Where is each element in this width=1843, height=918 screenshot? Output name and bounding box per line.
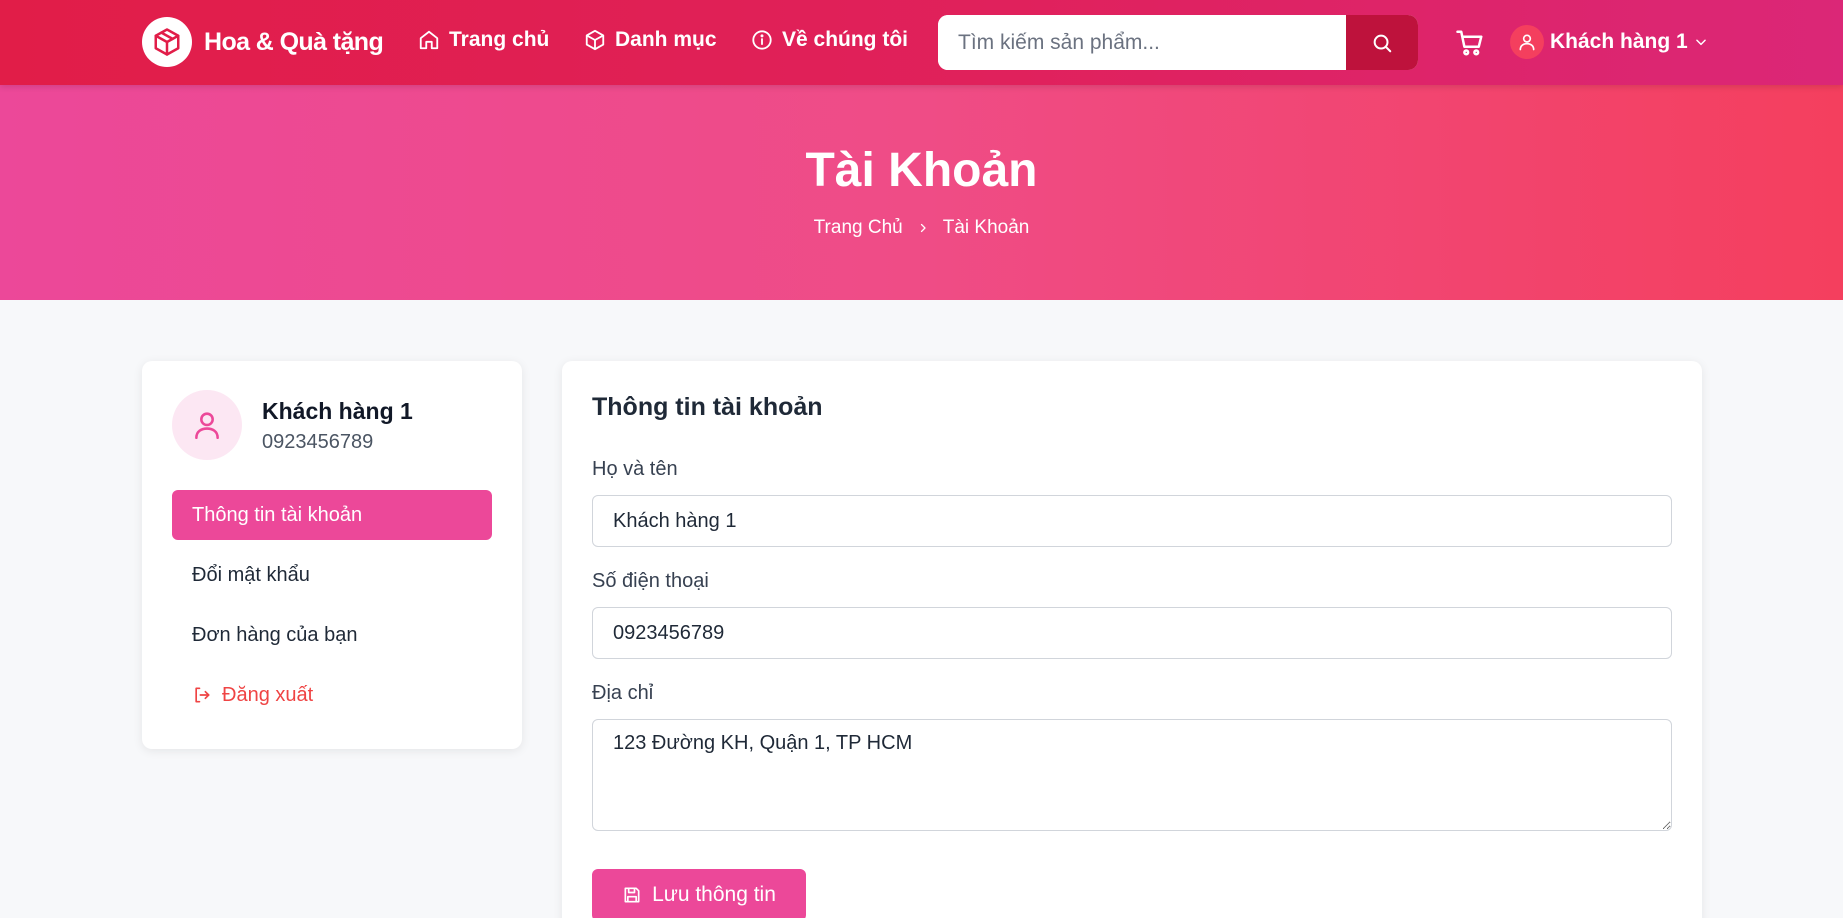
chevron-down-icon — [1695, 39, 1706, 46]
nav-about[interactable]: Về chúng tôi — [751, 28, 908, 52]
home-icon — [419, 30, 439, 50]
nav-home[interactable]: Trang chủ — [418, 28, 549, 52]
brand-name: Hoa & Quà tặng — [204, 27, 384, 56]
user-name-label: Khách hàng 1 — [1550, 30, 1688, 53]
sidebar-item-label: Đơn hàng của bạn — [192, 623, 358, 646]
account-info-panel: Thông tin tài khoản Họ và tên Số điện th… — [562, 361, 1702, 918]
address-label: Địa chỉ — [592, 682, 654, 704]
logout-icon — [195, 687, 210, 703]
search-bar — [938, 15, 1418, 70]
chevron-right-icon — [917, 222, 929, 234]
user-icon — [195, 412, 219, 440]
page-title: Tài Khoản — [805, 144, 1038, 197]
search-icon — [1373, 34, 1392, 52]
phone-label: Số điện thoại — [592, 570, 709, 592]
user-icon — [1510, 25, 1544, 59]
sidebar-item-orders[interactable]: Đơn hàng của bạn — [172, 610, 492, 660]
sidebar-item-account-info[interactable]: Thông tin tài khoản — [172, 490, 492, 540]
breadcrumb-home-link[interactable]: Trang Chủ — [814, 217, 903, 239]
brand-logo[interactable]: Hoa & Quà tặng — [142, 17, 384, 67]
sidebar-item-label: Đăng xuất — [222, 683, 314, 706]
sidebar-item-label: Thông tin tài khoản — [192, 503, 363, 526]
account-sidebar: Khách hàng 1 0923456789 Thông tin tài kh… — [142, 361, 522, 749]
full-name-field[interactable] — [592, 495, 1672, 547]
search-input[interactable] — [938, 15, 1346, 70]
sidebar-item-label: Đổi mật khẩu — [192, 563, 310, 586]
profile-name: Khách hàng 1 — [262, 398, 413, 424]
user-menu[interactable]: Khách hàng 1 — [1510, 25, 1708, 59]
breadcrumb-current: Tài Khoản — [942, 217, 1030, 238]
sidebar-item-change-password[interactable]: Đổi mật khẩu — [172, 550, 492, 600]
nav-home-label: Trang chủ — [449, 28, 550, 51]
top-navbar: Hoa & Quà tặng Trang chủ Danh mục Về chú… — [0, 0, 1843, 85]
cart-button[interactable] — [1455, 28, 1485, 63]
box-icon — [585, 29, 605, 51]
save-icon — [624, 887, 640, 903]
full-name-label: Họ và tên — [592, 458, 678, 480]
panel-title: Thông tin tài khoản — [592, 393, 823, 421]
nav-categories-label: Danh mục — [615, 28, 717, 51]
info-icon — [752, 30, 772, 50]
page-hero: Tài Khoản Trang Chủ Tài Khoản — [0, 85, 1843, 300]
cart-icon — [1456, 30, 1483, 56]
nav-about-label: Về chúng tôi — [782, 28, 908, 51]
phone-field[interactable] — [592, 607, 1672, 659]
save-button-label: Lưu thông tin — [652, 883, 776, 906]
box-logo-icon — [142, 17, 192, 67]
sidebar-item-logout[interactable]: Đăng xuất — [172, 670, 492, 720]
save-button[interactable]: Lưu thông tin — [592, 869, 806, 918]
profile-avatar — [172, 390, 242, 460]
breadcrumb: Trang Chủ Tài Khoản — [0, 217, 1843, 239]
nav-categories[interactable]: Danh mục — [584, 28, 717, 52]
profile-phone: 0923456789 — [262, 431, 374, 453]
search-button[interactable] — [1346, 15, 1418, 70]
address-field[interactable]: 123 Đường KH, Quận 1, TP HCM — [592, 719, 1672, 831]
